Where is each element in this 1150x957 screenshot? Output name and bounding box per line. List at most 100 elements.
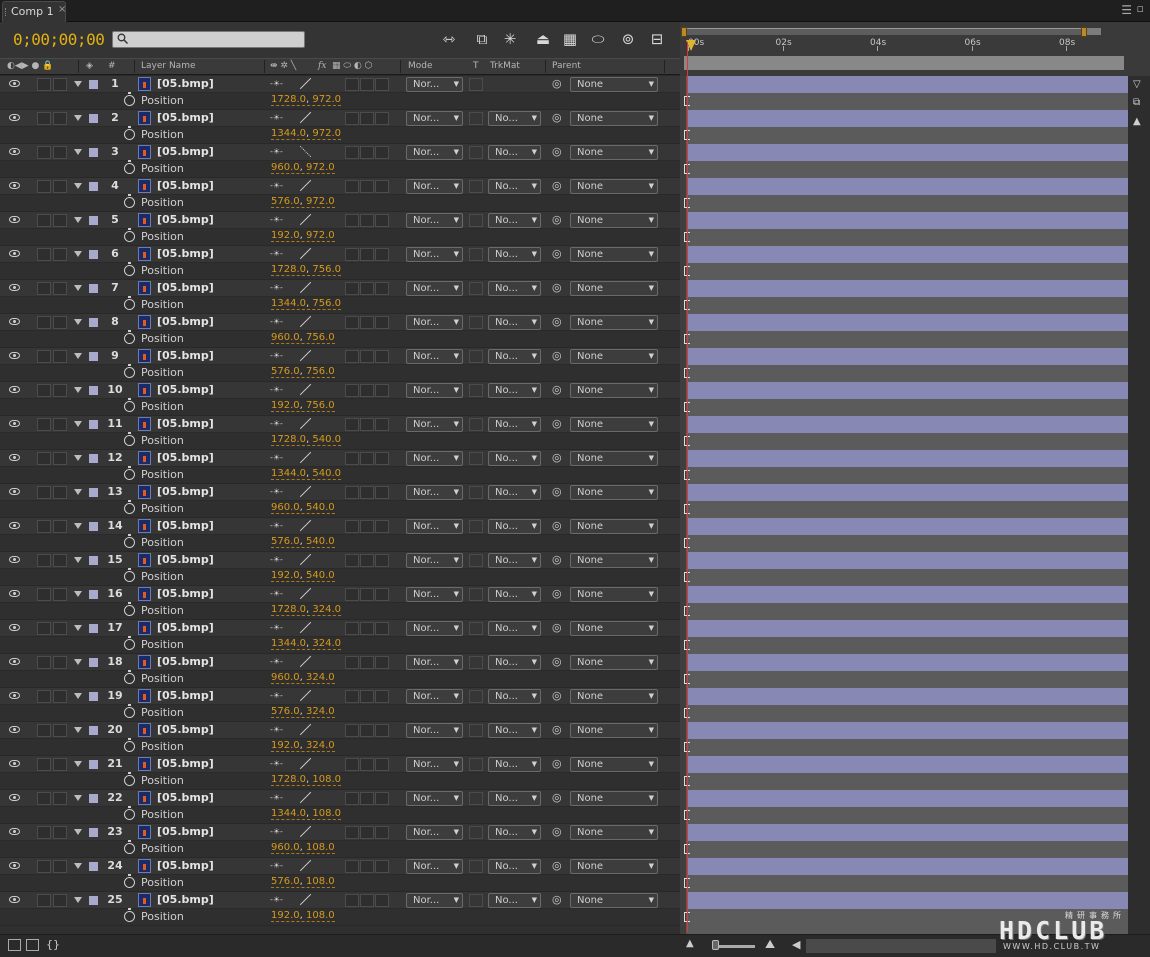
position-y[interactable]: 108.0 <box>312 808 341 819</box>
trkmat-dropdown[interactable]: No... <box>488 553 541 568</box>
layer-row[interactable]: 25 [05.bmp] -☀- Nor... No... ◎ None <box>0 892 680 909</box>
twirl-down-icon[interactable] <box>74 761 82 767</box>
expand-in-out-icon[interactable]: {} <box>46 938 60 951</box>
motion-blur-switch[interactable] <box>375 622 389 635</box>
position-value[interactable]: 960.0, 324.0 <box>271 672 335 684</box>
layer-row[interactable]: 21 [05.bmp] -☀- Nor... No... ◎ None <box>0 756 680 773</box>
label-color-chip[interactable] <box>89 386 98 395</box>
stopwatch-icon[interactable] <box>124 296 135 310</box>
label-color-chip[interactable] <box>89 794 98 803</box>
lock-toggle[interactable] <box>53 792 67 805</box>
motion-blur-switch[interactable] <box>375 316 389 329</box>
comp-mini-flowchart-icon[interactable]: ⇿ <box>437 29 461 49</box>
label-color-chip[interactable] <box>89 182 98 191</box>
solo-toggle[interactable] <box>37 554 51 567</box>
mode-dropdown[interactable]: Nor... <box>406 893 463 908</box>
position-x[interactable]: 960.0 <box>271 672 300 683</box>
solo-toggle[interactable] <box>37 78 51 91</box>
shy-switch-icon[interactable]: -☀- <box>270 793 283 802</box>
layer-name-header[interactable]: Layer Name <box>141 61 196 71</box>
panel-maximize-icon[interactable]: ▫ <box>1137 2 1144 15</box>
position-x[interactable]: 192.0 <box>271 740 300 751</box>
parent-dropdown[interactable]: None <box>570 553 658 568</box>
shy-switch-icon[interactable]: -☀- <box>270 521 283 530</box>
pick-whip-icon[interactable]: ◎ <box>552 689 562 702</box>
position-value[interactable]: 1344.0, 108.0 <box>271 808 341 820</box>
pick-whip-icon[interactable]: ◎ <box>552 111 562 124</box>
frame-blending-icon[interactable]: ⏏ <box>531 29 555 49</box>
lock-toggle[interactable] <box>53 316 67 329</box>
scroll-left-icon[interactable]: ◀ <box>792 938 800 951</box>
motion-blur-switch[interactable] <box>375 384 389 397</box>
work-area-end-handle[interactable] <box>1081 27 1087 37</box>
pick-whip-icon[interactable]: ◎ <box>552 349 562 362</box>
solo-toggle[interactable] <box>37 690 51 703</box>
lock-toggle[interactable] <box>53 486 67 499</box>
trkmat-dropdown[interactable]: No... <box>488 485 541 500</box>
layer-name[interactable]: [05.bmp] <box>157 723 214 736</box>
label-color-chip[interactable] <box>89 522 98 531</box>
switches-header-icons[interactable]: ⇼ ✲ ╲ <box>270 61 296 71</box>
solo-toggle[interactable] <box>37 622 51 635</box>
layer-duration-bar[interactable] <box>688 620 1128 637</box>
stopwatch-icon[interactable] <box>124 262 135 276</box>
frame-blend-switch[interactable] <box>360 78 374 91</box>
twirl-down-icon[interactable] <box>74 557 82 563</box>
pick-whip-icon[interactable]: ◎ <box>552 621 562 634</box>
position-x[interactable]: 576.0 <box>271 876 300 887</box>
layer-row[interactable]: 15 [05.bmp] -☀- Nor... No... ◎ None <box>0 552 680 569</box>
frame-blend-switch[interactable] <box>360 248 374 261</box>
preserve-transparency-checkbox[interactable] <box>469 894 483 907</box>
lock-toggle[interactable] <box>53 724 67 737</box>
trkmat-dropdown[interactable]: No... <box>488 519 541 534</box>
layer-duration-bar[interactable] <box>688 586 1128 603</box>
mode-dropdown[interactable]: Nor... <box>406 723 463 738</box>
layer-duration-bar[interactable] <box>688 348 1128 365</box>
stopwatch-icon[interactable] <box>124 738 135 752</box>
solo-toggle[interactable] <box>37 656 51 669</box>
quality-switch-icon[interactable] <box>299 621 313 635</box>
layer-name[interactable]: [05.bmp] <box>157 417 214 430</box>
twirl-down-icon[interactable] <box>74 387 82 393</box>
eye-icon[interactable] <box>9 148 20 155</box>
twirl-down-icon[interactable] <box>74 353 82 359</box>
trkmat-dropdown[interactable]: No... <box>488 757 541 772</box>
quality-switch-icon[interactable] <box>299 213 313 227</box>
work-area-bar[interactable] <box>684 28 1086 35</box>
mode-dropdown[interactable]: Nor... <box>406 417 463 432</box>
pick-whip-icon[interactable]: ◎ <box>552 655 562 668</box>
shy-switch-icon[interactable]: -☀- <box>270 453 283 462</box>
work-area-start-handle[interactable] <box>681 27 687 37</box>
quality-switch-icon[interactable] <box>299 77 313 91</box>
label-color-chip[interactable] <box>89 148 98 157</box>
parent-dropdown[interactable]: None <box>570 859 658 874</box>
label-color-chip[interactable] <box>89 250 98 259</box>
pick-whip-icon[interactable]: ◎ <box>552 893 562 906</box>
tab-grip-icon[interactable] <box>5 8 8 16</box>
position-value[interactable]: 192.0, 108.0 <box>271 910 335 922</box>
frame-blend-switch[interactable] <box>360 418 374 431</box>
position-x[interactable]: 192.0 <box>271 230 300 241</box>
motion-blur-switch[interactable] <box>375 758 389 771</box>
motion-blur-switch[interactable] <box>375 418 389 431</box>
layer-duration-bar[interactable] <box>688 76 1128 93</box>
eye-icon[interactable] <box>9 726 20 733</box>
shy-switch-icon[interactable]: -☀- <box>270 895 283 904</box>
shy-switch-icon[interactable]: -☀- <box>270 759 283 768</box>
frame-blend-switch[interactable] <box>360 792 374 805</box>
shy-switch-icon[interactable]: -☀- <box>270 725 283 734</box>
effect-switch[interactable] <box>345 894 359 907</box>
mode-dropdown[interactable]: Nor... <box>406 621 463 636</box>
layer-row[interactable]: 3 [05.bmp] -☀- Nor... No... ◎ None <box>0 144 680 161</box>
parent-dropdown[interactable]: None <box>570 281 658 296</box>
eye-icon[interactable] <box>9 80 20 87</box>
shy-switch-icon[interactable]: -☀- <box>270 147 283 156</box>
preserve-transparency-checkbox[interactable] <box>469 316 483 329</box>
twirl-down-icon[interactable] <box>74 897 82 903</box>
scroll-up-icon[interactable]: ▲ <box>1133 116 1141 127</box>
mode-dropdown[interactable]: Nor... <box>406 757 463 772</box>
effect-switch[interactable] <box>345 486 359 499</box>
twirl-down-icon[interactable] <box>74 183 82 189</box>
motion-blur-switch[interactable] <box>375 792 389 805</box>
effect-switch[interactable] <box>345 588 359 601</box>
